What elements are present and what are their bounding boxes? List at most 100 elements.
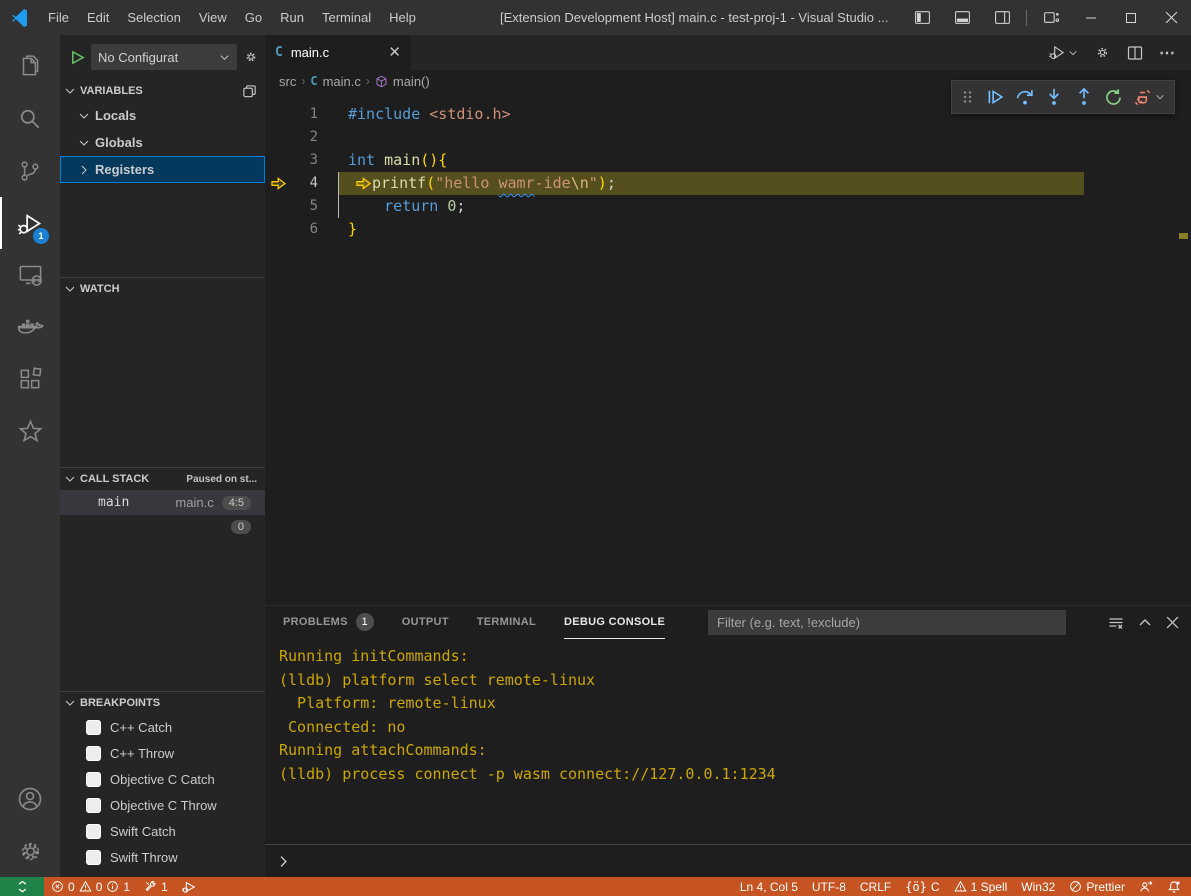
clear-console-icon[interactable] [1108, 615, 1124, 631]
menu-go[interactable]: Go [236, 0, 271, 35]
activity-remote-explorer[interactable] [0, 249, 60, 301]
debug-configuration-dropdown[interactable]: No Configurat [91, 44, 237, 70]
code-line-text[interactable]: #include <stdio.h> [318, 103, 511, 126]
step-out-icon[interactable] [1074, 87, 1094, 107]
variables-item-registers[interactable]: Registers [60, 156, 265, 183]
spell-status[interactable]: 1 Spell [947, 877, 1015, 896]
restart-icon[interactable] [1104, 88, 1123, 107]
editor-tab-main-c[interactable]: C main.c ✕ [265, 35, 411, 70]
menu-view[interactable]: View [190, 0, 236, 35]
line-number[interactable]: 5 [300, 195, 318, 218]
activity-explorer[interactable] [0, 41, 60, 93]
drag-grip-icon[interactable] [961, 90, 975, 104]
code-line-text[interactable] [318, 126, 348, 149]
menu-run[interactable]: Run [271, 0, 313, 35]
gutter-glyph-margin[interactable] [265, 195, 300, 218]
minimize-button[interactable] [1071, 0, 1111, 35]
code-line-text[interactable]: int main(){ [318, 149, 447, 172]
activity-accounts[interactable] [0, 773, 60, 825]
panel-tab-problems[interactable]: PROBLEMS1 [283, 606, 374, 639]
activity-extensions[interactable] [0, 353, 60, 405]
run-or-debug-button[interactable] [1049, 44, 1078, 61]
panel-tab-output[interactable]: OUTPUT [402, 606, 449, 639]
breadcrumb-src[interactable]: src [279, 74, 296, 89]
step-into-icon[interactable] [1044, 87, 1064, 107]
menu-file[interactable]: File [39, 0, 78, 35]
breakpoint-item[interactable]: C++ Throw [60, 740, 265, 766]
stack-frame-row[interactable]: main main.c 4:5 [60, 490, 265, 515]
start-debug-icon[interactable] [70, 50, 85, 65]
breakpoint-item[interactable]: Swift Catch [60, 818, 265, 844]
menu-selection[interactable]: Selection [118, 0, 189, 35]
code-editor[interactable]: 1#include <stdio.h>23int main(){4printf(… [265, 92, 1191, 605]
split-editor-icon[interactable] [1127, 45, 1143, 61]
close-panel-icon[interactable] [1166, 616, 1179, 629]
activity-source-control[interactable] [0, 145, 60, 197]
menu-terminal[interactable]: Terminal [313, 0, 380, 35]
filter-input[interactable] [709, 615, 1065, 630]
gutter-glyph-margin[interactable] [265, 218, 300, 241]
maximize-panel-icon[interactable] [1138, 616, 1152, 630]
toggle-secondary-sidebar-icon[interactable] [982, 0, 1022, 35]
close-button[interactable] [1151, 0, 1191, 35]
code-line-text[interactable]: return 0; [318, 195, 465, 218]
debug-settings-gear-icon[interactable] [243, 49, 259, 65]
code-line-text[interactable]: } [318, 218, 357, 241]
menu-edit[interactable]: Edit [78, 0, 118, 35]
continue-icon[interactable] [985, 87, 1005, 107]
gutter-glyph-margin[interactable] [265, 126, 300, 149]
activity-run-and-debug[interactable]: 1 [0, 197, 60, 249]
toggle-panel-icon[interactable] [942, 0, 982, 35]
breakpoint-item[interactable]: C++ Catch [60, 714, 265, 740]
editor-settings-gear-icon[interactable] [1094, 44, 1111, 61]
breakpoint-checkbox[interactable] [86, 824, 101, 839]
variables-item-locals[interactable]: Locals [60, 102, 265, 129]
breakpoints-header[interactable]: BREAKPOINTS [60, 692, 265, 714]
maximize-button[interactable] [1111, 0, 1151, 35]
notifications-status[interactable] [1160, 877, 1191, 896]
problems-status[interactable]: 0 0 1 [44, 877, 137, 896]
activity-search[interactable] [0, 93, 60, 145]
toolchain-status[interactable]: 1 [137, 877, 175, 896]
formatter-status[interactable]: Prettier [1062, 877, 1132, 896]
gutter-glyph-margin[interactable] [265, 172, 300, 195]
breakpoint-item[interactable]: Objective C Catch [60, 766, 265, 792]
toggle-sidebar-icon[interactable] [902, 0, 942, 35]
line-number[interactable]: 4 [300, 172, 318, 195]
gutter-glyph-margin[interactable] [265, 103, 300, 126]
tab-close-icon[interactable]: ✕ [388, 45, 401, 60]
breakpoint-checkbox[interactable] [86, 850, 101, 865]
menu-help[interactable]: Help [380, 0, 425, 35]
variables-header[interactable]: VARIABLES [60, 80, 265, 102]
line-number[interactable]: 2 [300, 126, 318, 149]
activity-docker[interactable] [0, 301, 60, 353]
thread-row[interactable]: 0 [60, 515, 265, 539]
breakpoint-checkbox[interactable] [86, 720, 101, 735]
code-line-text[interactable]: printf("hello wamr-ide\n"); [318, 172, 616, 195]
step-over-icon[interactable] [1015, 87, 1035, 107]
cursor-position-status[interactable]: Ln 4, Col 5 [733, 877, 805, 896]
platform-status[interactable]: Win32 [1014, 877, 1062, 896]
encoding-status[interactable]: UTF-8 [805, 877, 853, 896]
more-actions-icon[interactable]: ⋯ [1159, 43, 1177, 63]
breadcrumb-file[interactable]: main.c [323, 74, 361, 89]
breakpoint-checkbox[interactable] [86, 798, 101, 813]
debug-console-input[interactable] [265, 844, 1191, 877]
debug-session-status[interactable] [175, 877, 203, 896]
variables-item-globals[interactable]: Globals [60, 129, 265, 156]
line-number[interactable]: 6 [300, 218, 318, 241]
feedback-status[interactable] [1132, 877, 1160, 896]
watch-header[interactable]: WATCH [60, 278, 265, 300]
language-mode-status[interactable]: {ӧ} C [898, 877, 946, 896]
activity-marketplace-star[interactable] [0, 405, 60, 457]
gutter-glyph-margin[interactable] [265, 149, 300, 172]
panel-tab-terminal[interactable]: TERMINAL [477, 606, 536, 639]
remote-indicator[interactable] [0, 877, 44, 896]
line-number[interactable]: 3 [300, 149, 318, 172]
breakpoint-checkbox[interactable] [86, 746, 101, 761]
customize-layout-icon[interactable] [1031, 0, 1071, 35]
call-stack-header[interactable]: CALL STACK Paused on st... [60, 468, 265, 490]
disconnect-button[interactable] [1133, 88, 1165, 107]
breakpoint-checkbox[interactable] [86, 772, 101, 787]
copy-value-icon[interactable] [242, 84, 257, 99]
